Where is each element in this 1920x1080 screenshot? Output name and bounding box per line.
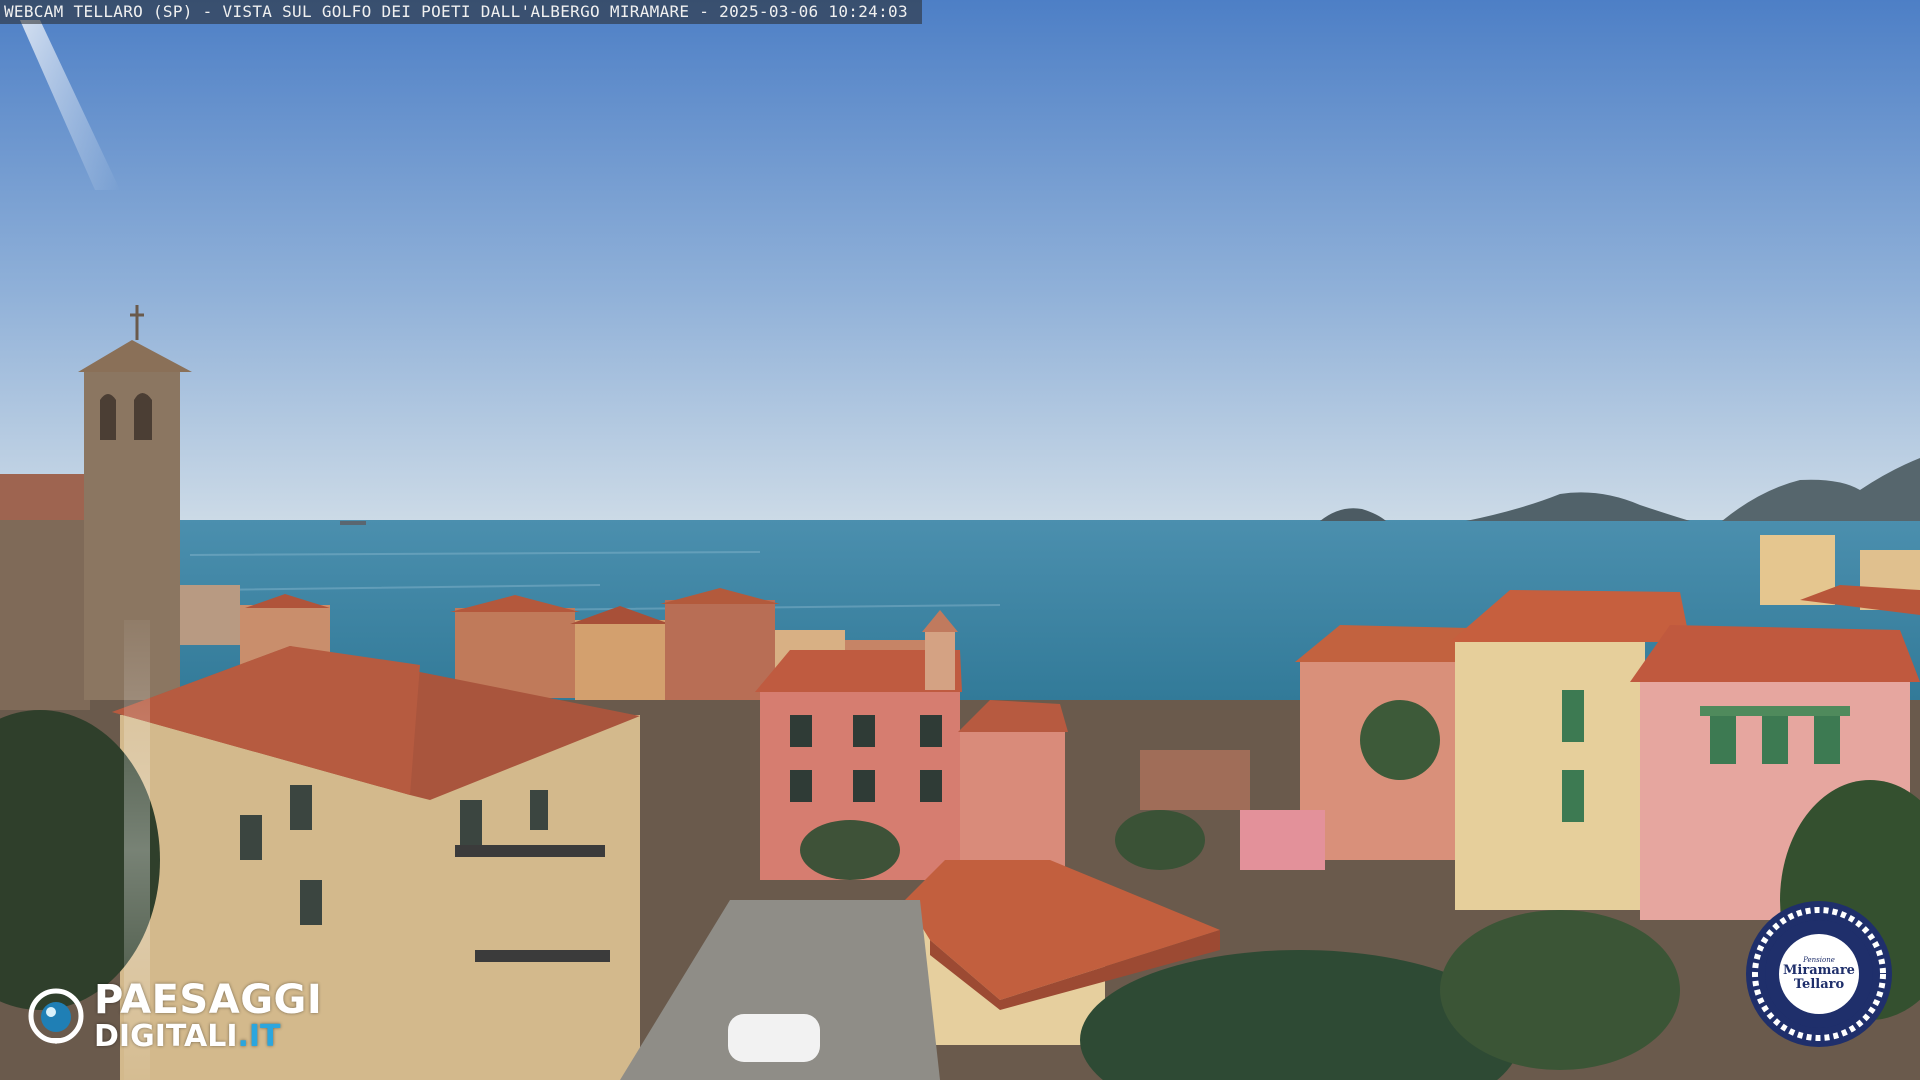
distant-ship [340,521,366,525]
logo-word-digitali: DIGITALI.IT [94,1019,281,1054]
eye-icon [28,988,84,1044]
parked-car [728,1014,820,1062]
hotel-miramare-seal: Pensione Miramare Tellaro [1744,899,1894,1049]
timestamp-caption: WEBCAM TELLARO (SP) - VISTA SUL GOLFO DE… [0,0,922,24]
seal-name-line2: Tellaro [1793,977,1845,992]
seal-name-line1: Miramare [1783,963,1855,979]
logo-domain: .IT [237,1019,281,1054]
sky [0,0,1920,525]
logo-word-paesaggi: PAESAGGI [94,977,323,1023]
webcam-frame: WEBCAM TELLARO (SP) - VISTA SUL GOLFO DE… [0,0,1920,1080]
seal-text: Pensione Miramare Tellaro [1780,935,1858,1013]
webcam-scene [0,0,1920,1080]
paesaggi-digitali-logo: PAESAGGI DIGITALI.IT [28,977,323,1054]
